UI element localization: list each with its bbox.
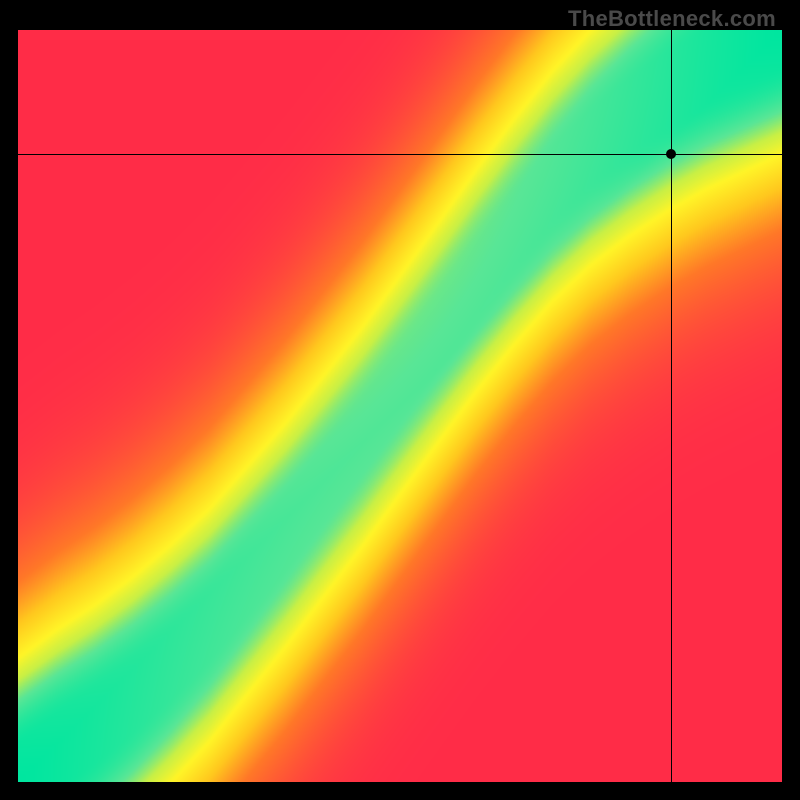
heatmap-plot xyxy=(18,30,782,782)
watermark-text: TheBottleneck.com xyxy=(568,6,776,32)
heatmap-canvas xyxy=(18,30,782,782)
